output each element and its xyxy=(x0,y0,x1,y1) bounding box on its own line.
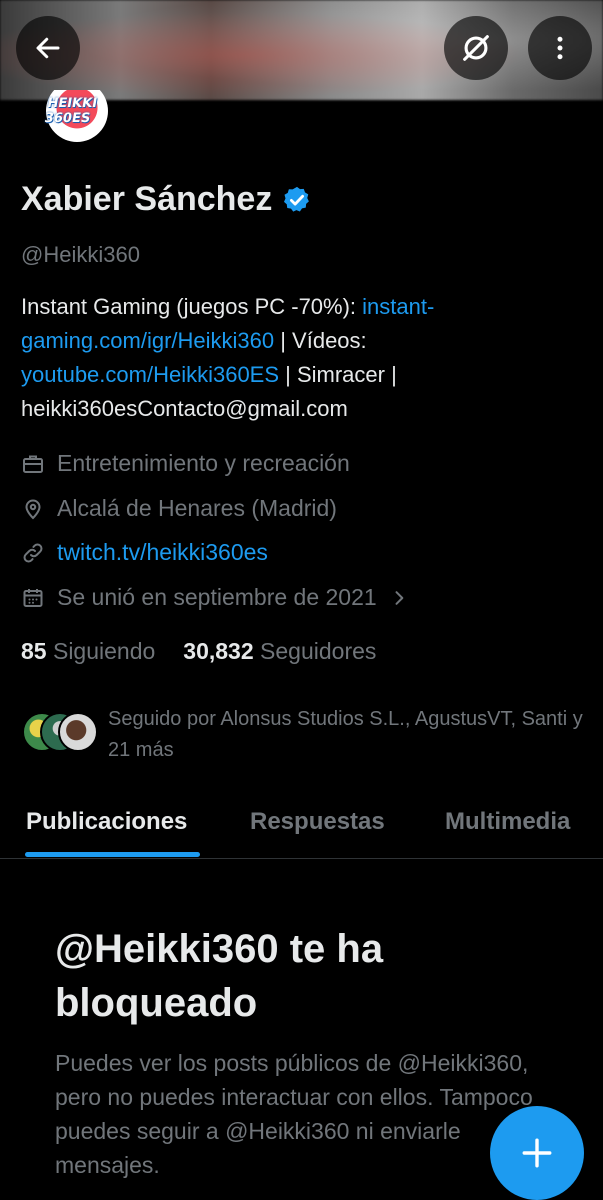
avatar[interactable]: HEIKKI 360ES xyxy=(38,90,122,150)
active-tab-indicator xyxy=(25,852,200,857)
display-name: Xabier Sánchez xyxy=(21,180,273,218)
joined-label: Se unió en septiembre de 2021 xyxy=(57,584,377,610)
back-button[interactable] xyxy=(16,16,80,80)
profile-bio: Instant Gaming (juegos PC -70%): instant… xyxy=(21,290,581,426)
more-vertical-icon xyxy=(557,36,563,60)
briefcase-icon xyxy=(23,455,43,473)
tab-publicaciones[interactable]: Publicaciones xyxy=(26,808,187,836)
followed-by-row[interactable]: Seguido por Alonsus Studios S.L., Agustu… xyxy=(22,704,592,766)
bio-text: | Vídeos: xyxy=(274,328,367,353)
following-count: 85 xyxy=(21,638,47,664)
followed-by-text: Seguido por Alonsus Studios S.L., Agustu… xyxy=(108,708,583,761)
tab-respuestas[interactable]: Respuestas xyxy=(250,808,385,836)
calendar-icon xyxy=(23,588,43,607)
profile-name: Xabier Sánchez xyxy=(21,180,312,219)
bio-link-youtube[interactable]: youtube.com/Heikki360ES xyxy=(21,362,279,387)
profile-handle: @Heikki360 xyxy=(21,242,140,267)
bio-text: Instant Gaming (juegos PC -70%): xyxy=(21,294,363,319)
blocked-message: Puedes ver los posts públicos de @Heikki… xyxy=(55,1050,533,1178)
following-label: Siguiendo xyxy=(52,638,156,664)
followers-stat[interactable]: 30,832 Seguidores xyxy=(183,638,376,665)
profile-category: Entretenimiento y recreación xyxy=(21,450,350,477)
chevron-right-icon xyxy=(395,590,404,605)
location-pin-icon xyxy=(25,499,41,519)
tab-multimedia[interactable]: Multimedia xyxy=(445,808,570,836)
location-label: Alcalá de Henares (Madrid) xyxy=(57,495,337,521)
follower-avatars xyxy=(22,704,98,754)
website-link[interactable]: twitch.tv/heikki360es xyxy=(57,539,268,566)
profile-joined[interactable]: Se unió en septiembre de 2021 xyxy=(21,584,409,611)
profile-tabs: Publicaciones Respuestas Multimedia xyxy=(0,800,603,859)
followers-label: Seguidores xyxy=(260,638,377,664)
arrow-left-icon xyxy=(36,37,60,59)
avatar xyxy=(58,712,98,752)
blocked-title: @Heikki360 te ha bloqueado xyxy=(55,927,384,1025)
followers-count: 30,832 xyxy=(183,638,254,664)
more-options-button[interactable] xyxy=(528,16,592,80)
profile-location: Alcalá de Henares (Madrid) xyxy=(21,495,337,522)
verified-badge-icon[interactable] xyxy=(282,185,312,215)
link-icon xyxy=(23,543,43,562)
profile-banner[interactable] xyxy=(0,0,603,100)
follow-stats: 85 Siguiendo 30,832 Seguidores xyxy=(21,638,376,665)
category-label: Entretenimiento y recreación xyxy=(57,450,350,476)
slashed-circle-icon xyxy=(463,35,489,61)
plus-icon xyxy=(522,1138,552,1168)
following-stat[interactable]: 85 Siguiendo xyxy=(21,638,155,665)
profile-website[interactable]: twitch.tv/heikki360es xyxy=(21,539,268,566)
compose-button[interactable] xyxy=(490,1106,584,1200)
avatar-logo-text: HEIKKI 360ES xyxy=(43,96,99,126)
mute-button[interactable] xyxy=(444,16,508,80)
